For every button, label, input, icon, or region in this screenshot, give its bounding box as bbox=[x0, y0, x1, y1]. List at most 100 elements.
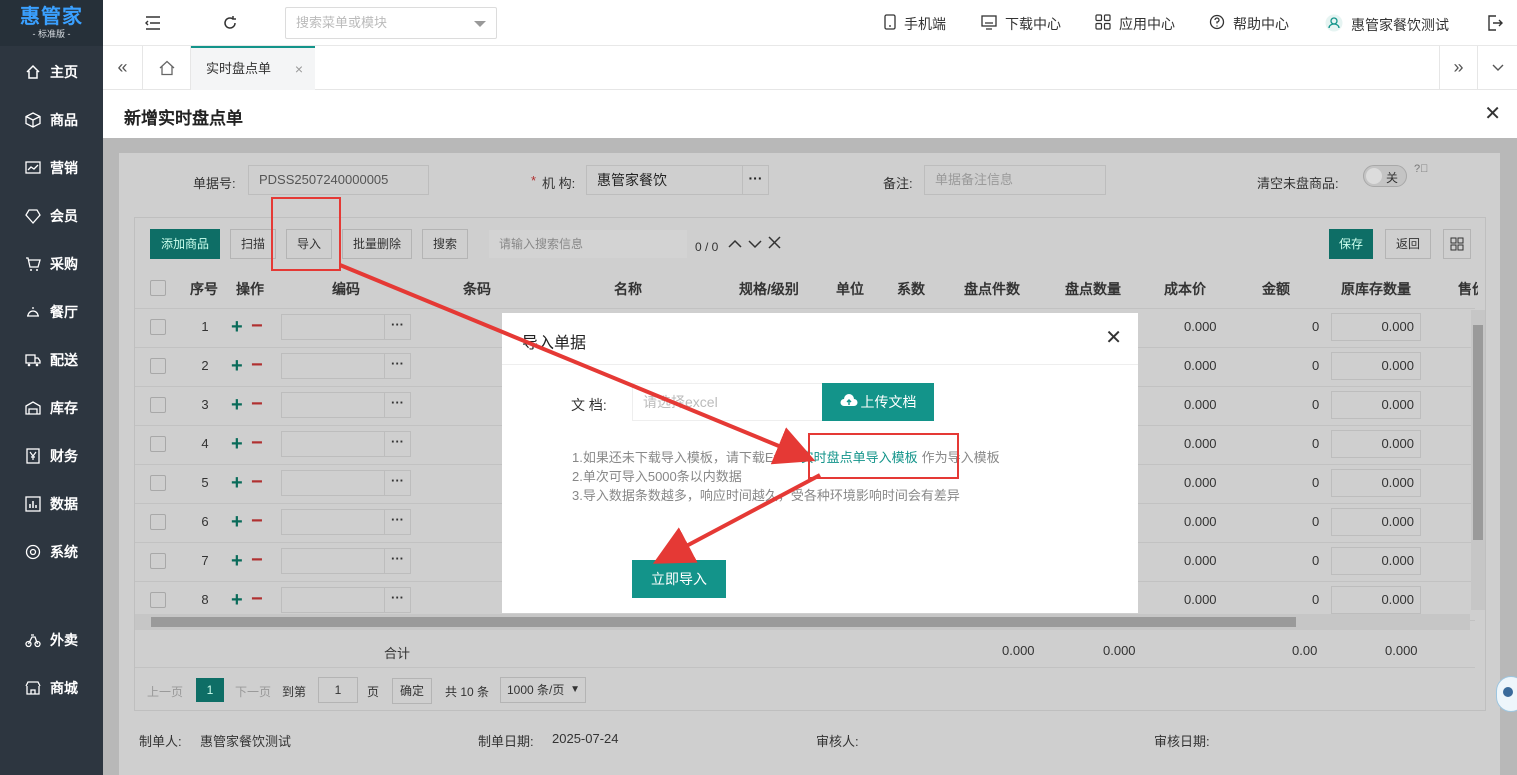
remove-row-icon[interactable]: − bbox=[251, 589, 263, 609]
batch-delete-button[interactable]: 批量删除 bbox=[342, 229, 412, 259]
menu-collapse-icon[interactable] bbox=[143, 13, 163, 33]
code-picker-icon[interactable]: ··· bbox=[384, 315, 410, 339]
back-button[interactable]: 返回 bbox=[1385, 229, 1431, 259]
tab-stocktake[interactable]: 实时盘点单 × bbox=[191, 46, 315, 90]
row-checkbox[interactable] bbox=[150, 436, 166, 452]
code-picker-icon[interactable]: ··· bbox=[384, 354, 410, 378]
remove-row-icon[interactable]: − bbox=[251, 394, 263, 414]
refresh-icon[interactable] bbox=[220, 13, 240, 33]
upload-button[interactable]: 上传文档 bbox=[822, 383, 934, 421]
code-picker-icon[interactable]: ··· bbox=[384, 471, 410, 495]
add-row-icon[interactable]: + bbox=[231, 512, 243, 532]
page-size-select[interactable]: 1000 条/页 ▼ bbox=[500, 677, 586, 703]
close-tab-icon[interactable]: × bbox=[295, 48, 303, 90]
code-picker-icon[interactable]: ··· bbox=[384, 510, 410, 534]
remove-row-icon[interactable]: − bbox=[251, 550, 263, 570]
search-button[interactable]: 搜索 bbox=[422, 229, 468, 259]
add-row-icon[interactable]: + bbox=[231, 356, 243, 376]
sidebar-item-restaurant[interactable]: 餐厅 bbox=[0, 292, 103, 332]
add-goods-button[interactable]: 添加商品 bbox=[150, 229, 220, 259]
tabs-scroll-right-icon[interactable]: » bbox=[1439, 46, 1477, 90]
row-code-input[interactable]: ··· bbox=[281, 509, 411, 535]
code-picker-icon[interactable]: ··· bbox=[384, 393, 410, 417]
org-field[interactable]: 惠管家餐饮 ··· bbox=[586, 165, 769, 195]
code-picker-icon[interactable]: ··· bbox=[384, 549, 410, 573]
vscroll-thumb[interactable] bbox=[1473, 325, 1483, 540]
vertical-scrollbar[interactable] bbox=[1471, 310, 1485, 610]
sidebar-item-marketing[interactable]: 营销 bbox=[0, 148, 103, 188]
horizontal-scrollbar[interactable] bbox=[135, 614, 1470, 630]
home-tab-icon[interactable] bbox=[143, 46, 191, 90]
logout-icon[interactable] bbox=[1485, 13, 1505, 33]
close-page-icon[interactable]: ✕ bbox=[1484, 101, 1501, 126]
sidebar-item-system[interactable]: 系统 bbox=[0, 532, 103, 572]
clear-unchecked-toggle[interactable]: 关 bbox=[1363, 165, 1407, 187]
sidebar-item-delivery[interactable]: 配送 bbox=[0, 340, 103, 380]
row-code-input[interactable]: ··· bbox=[281, 587, 411, 613]
download-center-link[interactable]: 下载中心 bbox=[981, 14, 1061, 34]
row-code-input[interactable]: ··· bbox=[281, 431, 411, 457]
file-input[interactable]: 请选择excel bbox=[632, 383, 822, 421]
pager-confirm-button[interactable]: 确定 bbox=[392, 678, 432, 704]
scan-button[interactable]: 扫描 bbox=[230, 229, 276, 259]
help-center-link[interactable]: 帮助中心 bbox=[1209, 14, 1289, 34]
row-checkbox[interactable] bbox=[150, 319, 166, 335]
app-center-link[interactable]: 应用中心 bbox=[1095, 14, 1175, 34]
code-picker-icon[interactable]: ··· bbox=[384, 588, 410, 612]
tabs-menu-chevron-icon[interactable] bbox=[1477, 46, 1517, 90]
sidebar-item-data[interactable]: 数据 bbox=[0, 484, 103, 524]
table-search-input[interactable]: 请输入搜索信息 bbox=[488, 229, 688, 259]
sidebar-item-inventory[interactable]: 库存 bbox=[0, 388, 103, 428]
row-checkbox[interactable] bbox=[150, 514, 166, 530]
sidebar-item-home[interactable]: 主页 bbox=[0, 52, 103, 92]
row-code-input[interactable]: ··· bbox=[281, 314, 411, 340]
remark-input[interactable]: 单据备注信息 bbox=[924, 165, 1106, 195]
search-clear-icon[interactable] bbox=[768, 236, 781, 252]
save-button[interactable]: 保存 bbox=[1329, 229, 1373, 259]
remove-row-icon[interactable]: − bbox=[251, 511, 263, 531]
pager-prev[interactable]: 上一页 bbox=[147, 683, 183, 700]
search-next-icon[interactable] bbox=[748, 236, 762, 252]
pager-goto-input[interactable]: 1 bbox=[318, 677, 358, 703]
code-picker-icon[interactable]: ··· bbox=[384, 432, 410, 456]
remove-row-icon[interactable]: − bbox=[251, 316, 263, 336]
pager-next[interactable]: 下一页 bbox=[235, 683, 271, 700]
add-row-icon[interactable]: + bbox=[231, 317, 243, 337]
close-dialog-icon[interactable]: ✕ bbox=[1105, 325, 1122, 350]
remove-row-icon[interactable]: − bbox=[251, 355, 263, 375]
row-checkbox[interactable] bbox=[150, 553, 166, 569]
select-all-checkbox[interactable] bbox=[150, 280, 166, 296]
search-prev-icon[interactable] bbox=[728, 236, 742, 252]
row-code-input[interactable]: ··· bbox=[281, 548, 411, 574]
help-tooltip-icon[interactable]: ?⃝ bbox=[1414, 163, 1428, 175]
logo[interactable]: 惠管家 - 标准版 - bbox=[0, 0, 103, 46]
mobile-link[interactable]: 手机端 bbox=[884, 14, 946, 34]
add-row-icon[interactable]: + bbox=[231, 551, 243, 571]
add-row-icon[interactable]: + bbox=[231, 473, 243, 493]
row-checkbox[interactable] bbox=[150, 397, 166, 413]
sidebar-item-member[interactable]: 会员 bbox=[0, 196, 103, 236]
add-row-icon[interactable]: + bbox=[231, 395, 243, 415]
row-checkbox[interactable] bbox=[150, 592, 166, 608]
row-code-input[interactable]: ··· bbox=[281, 353, 411, 379]
sidebar-item-mall[interactable]: 商城 bbox=[0, 668, 103, 708]
column-settings-icon[interactable] bbox=[1443, 229, 1471, 259]
tabs-scroll-left-icon[interactable]: « bbox=[103, 46, 143, 90]
remove-row-icon[interactable]: − bbox=[251, 433, 263, 453]
row-code-input[interactable]: ··· bbox=[281, 392, 411, 418]
pager-current-page[interactable]: 1 bbox=[196, 678, 224, 702]
org-picker-icon[interactable]: ··· bbox=[742, 166, 768, 194]
row-checkbox[interactable] bbox=[150, 475, 166, 491]
add-row-icon[interactable]: + bbox=[231, 434, 243, 454]
assistant-robot-icon[interactable] bbox=[1496, 676, 1517, 712]
remove-row-icon[interactable]: − bbox=[251, 472, 263, 492]
add-row-icon[interactable]: + bbox=[231, 590, 243, 610]
row-checkbox[interactable] bbox=[150, 358, 166, 374]
sidebar-item-purchase[interactable]: 采购 bbox=[0, 244, 103, 284]
user-menu[interactable]: 惠管家餐饮测试 bbox=[1325, 14, 1449, 36]
row-code-input[interactable]: ··· bbox=[281, 470, 411, 496]
scrollbar-thumb[interactable] bbox=[151, 617, 1296, 627]
sidebar-item-finance[interactable]: 财务 bbox=[0, 436, 103, 476]
menu-search-select[interactable]: 搜索菜单或模块 bbox=[285, 7, 497, 39]
import-now-button[interactable]: 立即导入 bbox=[632, 560, 726, 598]
